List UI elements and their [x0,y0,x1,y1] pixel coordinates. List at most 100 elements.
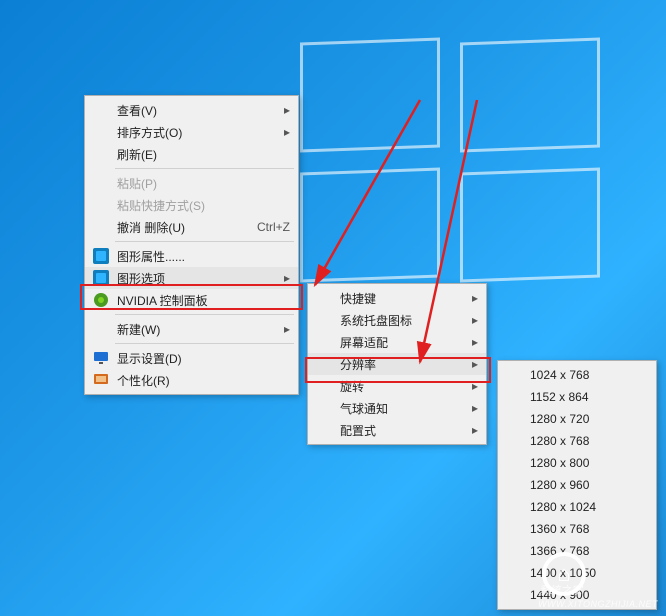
menu-item-label: 系统托盘图标 [340,312,450,329]
submenu-arrow-icon: ▸ [470,335,478,349]
menu-item-label: 排序方式(O) [117,124,262,141]
submenu-arrow-icon: ▸ [470,379,478,393]
menu-item-res-1280x768[interactable]: 1280 x 768 [498,430,656,452]
menu-item-hotkeys[interactable]: 快捷键 ▸ [308,287,486,309]
menu-item-label: 1280 x 800 [530,456,648,470]
menu-item-nvidia-control-panel[interactable]: NVIDIA 控制面板 [85,289,298,311]
intel-blue-icon [91,270,111,286]
win-logo-pane [300,38,440,153]
watermark-text: 系统之家 WWW.XITONGZHIJIA.NET [538,582,658,610]
blank-icon [314,356,334,372]
blank-icon [91,321,111,337]
submenu-arrow-icon: ▸ [470,313,478,327]
blank-icon [91,146,111,162]
submenu-arrow-icon: ▸ [282,125,290,139]
blank-icon [504,367,524,383]
submenu-arrow-icon: ▸ [470,291,478,305]
menu-item-label: 个性化(R) [117,372,290,389]
menu-item-undo-delete[interactable]: 撤消 删除(U) Ctrl+Z [85,216,298,238]
submenu-arrow-icon: ▸ [282,103,290,117]
menu-item-graphics-options[interactable]: 图形选项▸ [85,267,298,289]
menu-item-label: 查看(V) [117,102,262,119]
menu-item-paste-shortcut: 粘贴快捷方式(S) [85,194,298,216]
separator [115,314,294,315]
blank-icon [314,400,334,416]
blank-icon [504,477,524,493]
menu-item-label: 新建(W) [117,321,262,338]
menu-item-label: 1152 x 864 [530,390,648,404]
menu-item-label: 粘贴快捷方式(S) [117,197,290,214]
blank-icon [91,219,111,235]
blank-icon [91,197,111,213]
menu-item-rotation[interactable]: 旋转 ▸ [308,375,486,397]
menu-item-label: 旋转 [340,378,450,395]
context-menu-desktop: 查看(V) ▸ 排序方式(O) ▸ 刷新(E) 粘贴(P) 粘贴快捷方式(S) 撤消 删除(U… [84,95,299,395]
blank-icon [91,124,111,140]
menu-item-label: 1280 x 960 [530,478,648,492]
menu-item-label: 粘贴(P) [117,175,290,192]
menu-item-tray-icon[interactable]: 系统托盘图标 ▸ [308,309,486,331]
menu-item-label: 1366 x 768 [530,544,648,558]
menu-item-res-1360x768[interactable]: 1360 x 768 [498,518,656,540]
blank-icon [314,378,334,394]
menu-item-label: NVIDIA 控制面板 [117,292,290,309]
separator [115,343,294,344]
personalize-icon [91,372,111,388]
blank-icon [314,422,334,438]
menu-item-personalize[interactable]: 个性化(R) [85,369,298,391]
win-logo-pane [300,168,440,283]
blank-icon [504,411,524,427]
menu-item-label: 显示设置(D) [117,350,290,367]
menu-item-display-settings[interactable]: 显示设置(D) [85,347,298,369]
blank-icon [91,175,111,191]
menu-item-profile[interactable]: 配置式▸ [308,419,486,441]
submenu-graphics-options: 快捷键▸系统托盘图标▸屏幕适配▸分辨率▸旋转▸气球通知▸配置式▸ [307,283,487,445]
menu-item-label: 快捷键 [340,290,450,307]
blank-icon [504,455,524,471]
menu-item-sort-by[interactable]: 排序方式(O) ▸ [85,121,298,143]
shortcut-text: Ctrl+Z [257,220,290,234]
submenu-arrow-icon: ▸ [282,322,290,336]
blank-icon [314,334,334,350]
menu-item-res-1280x1024[interactable]: 1280 x 1024 [498,496,656,518]
win-logo-pane [460,38,600,153]
blank-icon [504,499,524,515]
separator [115,168,294,169]
menu-item-screen-fit[interactable]: 屏幕适配 ▸ [308,331,486,353]
menu-item-new[interactable]: 新建(W) ▸ [85,318,298,340]
menu-item-res-1152x864[interactable]: 1152 x 864 [498,386,656,408]
desktop[interactable]: 查看(V) ▸ 排序方式(O) ▸ 刷新(E) 粘贴(P) 粘贴快捷方式(S) 撤消 删除(U… [0,0,666,616]
menu-item-label: 撤消 删除(U) [117,219,237,236]
menu-item-res-1280x960[interactable]: 1280 x 960 [498,474,656,496]
blank-icon [314,312,334,328]
menu-item-res-1280x720[interactable]: 1280 x 720 [498,408,656,430]
menu-item-resolution[interactable]: 分辨率 ▸ [308,353,486,375]
win-logo-pane [460,168,600,283]
separator [115,241,294,242]
menu-item-label: 图形选项 [117,270,262,287]
blank-icon [504,433,524,449]
menu-item-balloon-notify[interactable]: 气球通知▸ [308,397,486,419]
blank-icon [91,102,111,118]
menu-item-label: 1280 x 1024 [530,500,648,514]
menu-item-label: 屏幕适配 [340,334,450,351]
menu-item-paste: 粘贴(P) [85,172,298,194]
menu-item-label: 1280 x 720 [530,412,648,426]
submenu-arrow-icon: ▸ [470,357,478,371]
menu-item-graphics-properties[interactable]: 图形属性...... [85,245,298,267]
monitor-icon [91,350,111,366]
blank-icon [504,587,524,603]
menu-item-refresh[interactable]: 刷新(E) [85,143,298,165]
nvidia-green-icon [91,292,111,308]
blank-icon [504,389,524,405]
menu-item-label: 1360 x 768 [530,522,648,536]
menu-item-res-1024x768[interactable]: 1024 x 768 [498,364,656,386]
menu-item-label: 气球通知 [340,400,450,417]
blank-icon [504,565,524,581]
menu-item-label: 刷新(E) [117,146,290,163]
submenu-arrow-icon: ▸ [470,423,478,437]
blank-icon [314,290,334,306]
menu-item-label: 分辨率 [340,356,450,373]
menu-item-res-1280x800[interactable]: 1280 x 800 [498,452,656,474]
menu-item-view[interactable]: 查看(V) ▸ [85,99,298,121]
